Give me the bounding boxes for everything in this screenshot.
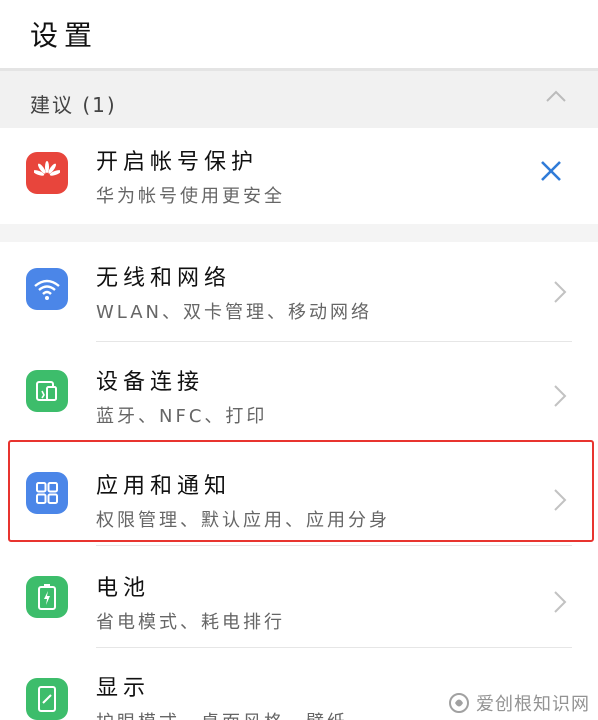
chevron-up-icon[interactable] — [544, 85, 568, 109]
settings-list: 无线和网络 WLAN、双卡管理、移动网络 设备连接 蓝牙、NFC、打印 应用和通… — [0, 242, 598, 720]
watermark-logo-icon — [449, 693, 469, 713]
settings-item-title: 显示 — [96, 676, 151, 701]
chevron-right-icon — [554, 281, 567, 303]
suggestion-account-protection[interactable]: 开启帐号保护 华为帐号使用更安全 — [0, 128, 598, 224]
huawei-logo-icon — [26, 152, 68, 194]
display-icon — [26, 678, 68, 720]
battery-icon — [26, 576, 68, 618]
wifi-icon — [26, 268, 68, 310]
settings-item-subtitle: 权限管理、默认应用、应用分身 — [96, 510, 390, 531]
page-title: 设置 — [30, 19, 99, 52]
settings-item-subtitle: 蓝牙、NFC、打印 — [96, 406, 268, 427]
suggestions-header[interactable]: 建议 (1) — [0, 68, 598, 128]
suggestion-subtitle: 华为帐号使用更安全 — [96, 186, 285, 207]
settings-item-title: 应用和通知 — [96, 474, 232, 499]
settings-item-subtitle: WLAN、双卡管理、移动网络 — [96, 302, 373, 323]
chevron-right-icon — [554, 385, 567, 407]
settings-item-apps-notifications[interactable]: 应用和通知 权限管理、默认应用、应用分身 — [0, 442, 598, 546]
settings-item-device-connection[interactable]: 设备连接 蓝牙、NFC、打印 — [0, 342, 598, 446]
apps-grid-icon — [26, 472, 68, 514]
settings-item-subtitle: 省电模式、耗电排行 — [96, 612, 285, 633]
suggestion-title: 开启帐号保护 — [96, 150, 259, 175]
settings-item-title: 设备连接 — [96, 370, 205, 395]
close-icon[interactable] — [538, 158, 564, 184]
settings-item-wireless-network[interactable]: 无线和网络 WLAN、双卡管理、移动网络 — [0, 242, 598, 346]
device-connect-icon — [26, 370, 68, 412]
section-gap — [0, 224, 598, 242]
watermark-text: 爱创根知识网 — [476, 694, 590, 715]
chevron-right-icon — [554, 489, 567, 511]
settings-item-title: 电池 — [96, 576, 151, 601]
settings-item-battery[interactable]: 电池 省电模式、耗电排行 — [0, 546, 598, 650]
settings-item-title: 无线和网络 — [96, 266, 232, 291]
suggestions-label: 建议 (1) — [30, 93, 117, 117]
watermark: 爱创根知识网 — [448, 690, 590, 716]
chevron-right-icon — [554, 591, 567, 613]
settings-item-subtitle: 护眼模式、桌面风格、壁纸 — [96, 708, 348, 720]
app-header: 设置 — [0, 0, 598, 68]
